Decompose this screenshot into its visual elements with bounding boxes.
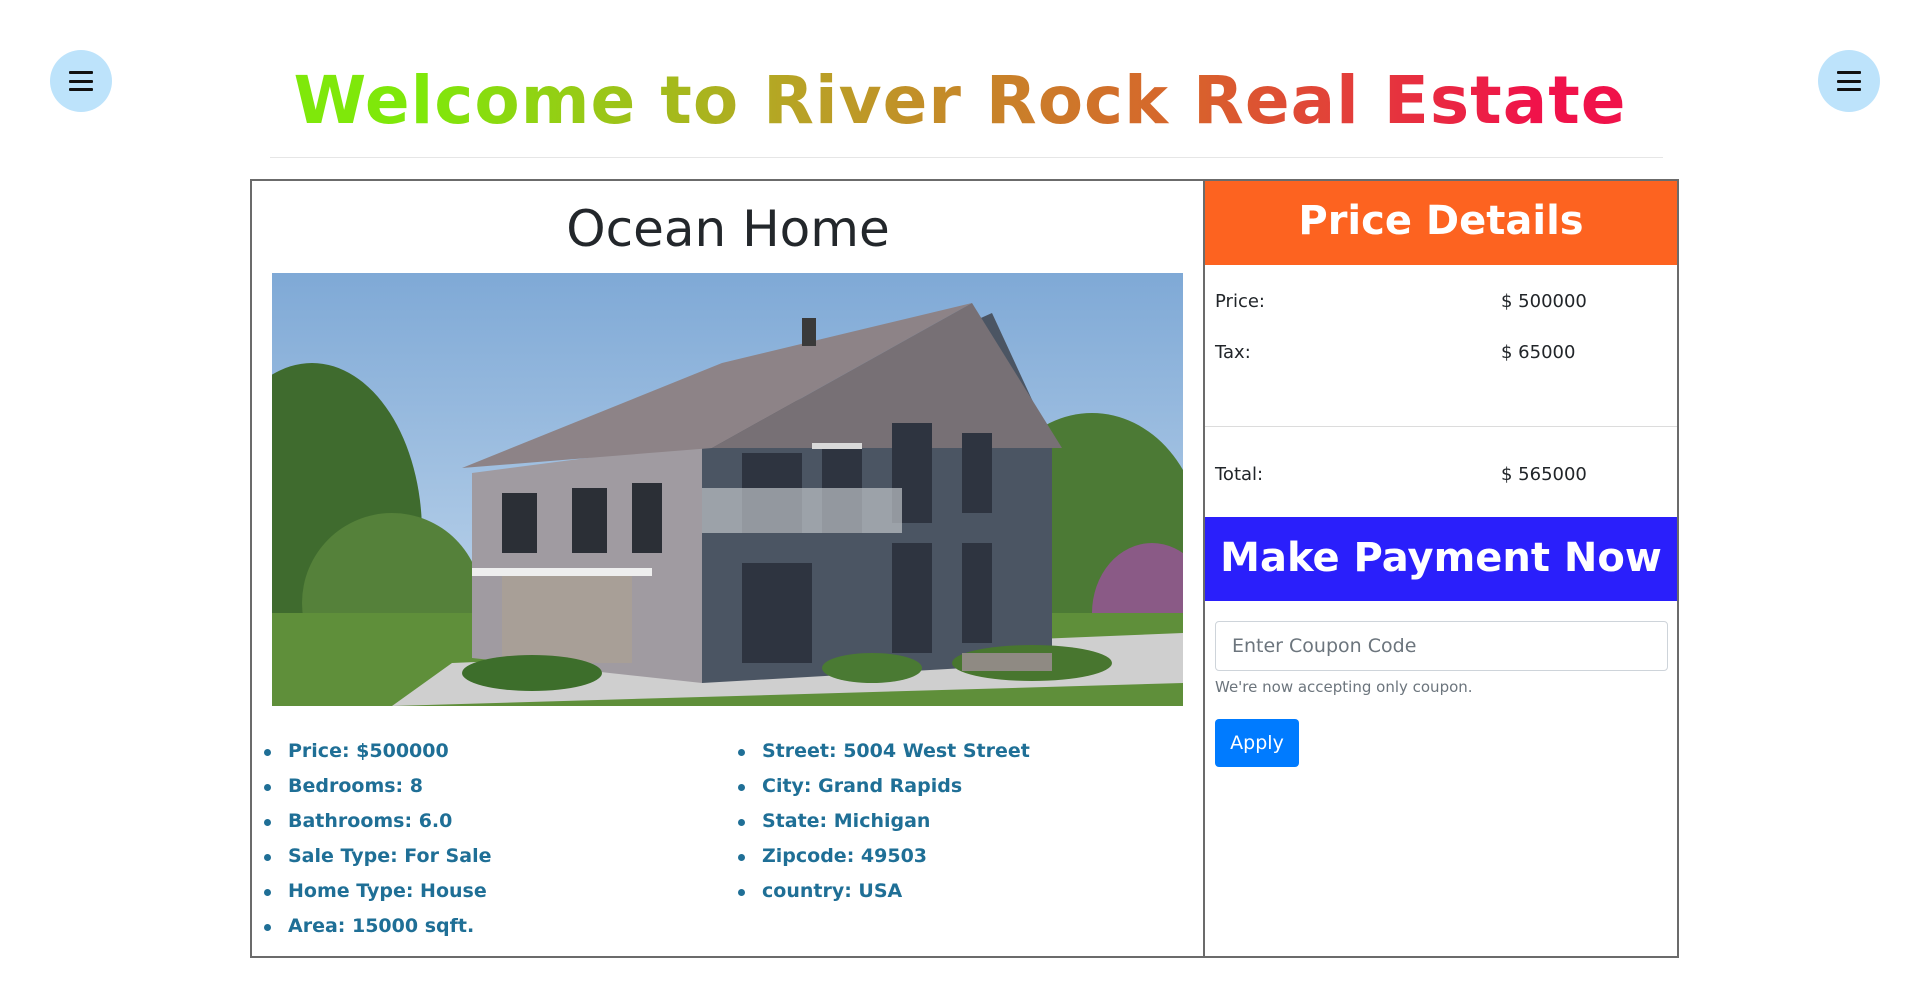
price-label: Price: (1215, 291, 1265, 312)
price-value: $ 500000 (1501, 291, 1587, 312)
listing-title: Ocean Home (566, 200, 890, 258)
tax-value: $ 65000 (1501, 342, 1576, 363)
details-list-left: Price: $500000 Bedrooms: 8 Bathrooms: 6.… (252, 734, 726, 944)
detail-sale-type: Sale Type: For Sale (264, 839, 726, 874)
price-details-heading: Price Details (1205, 181, 1677, 265)
property-details: Price: $500000 Bedrooms: 8 Bathrooms: 6.… (252, 734, 1204, 944)
make-payment-heading: Make Payment Now (1205, 517, 1677, 601)
detail-area: Area: 15000 sqft. (264, 909, 726, 944)
detail-city: City: Grand Rapids (738, 769, 1030, 804)
details-list-right: Street: 5004 West Street City: Grand Rap… (726, 734, 1030, 944)
detail-state: State: Michigan (738, 804, 1030, 839)
total-value: $ 565000 (1501, 464, 1587, 485)
detail-price: Price: $500000 (264, 734, 726, 769)
coupon-code-input[interactable] (1215, 621, 1668, 671)
detail-zipcode: Zipcode: 49503 (738, 839, 1030, 874)
detail-bathrooms: Bathrooms: 6.0 (264, 804, 726, 839)
site-title: Welcome to River Rock Real Estate (0, 62, 1920, 140)
title-divider (270, 157, 1663, 158)
price-row: Price: $ 500000 (1215, 291, 1587, 312)
price-details-card: Price Details Price: $ 500000 Tax: $ 650… (1203, 179, 1679, 958)
apply-coupon-button[interactable]: Apply (1215, 719, 1299, 767)
price-divider (1205, 426, 1677, 427)
listing-card: Ocean Home Price: $500000 Bedrooms: 8 Ba… (250, 179, 1205, 958)
total-row: Total: $ 565000 (1215, 464, 1587, 485)
total-label: Total: (1215, 464, 1264, 485)
tax-label: Tax: (1215, 342, 1251, 363)
detail-home-type: Home Type: House (264, 874, 726, 909)
tax-row: Tax: $ 65000 (1215, 342, 1575, 363)
house-photo (272, 273, 1183, 706)
detail-bedrooms: Bedrooms: 8 (264, 769, 726, 804)
detail-country: country: USA (738, 874, 1030, 909)
coupon-help-text: We're now accepting only coupon. (1215, 678, 1473, 696)
detail-street: Street: 5004 West Street (738, 734, 1030, 769)
